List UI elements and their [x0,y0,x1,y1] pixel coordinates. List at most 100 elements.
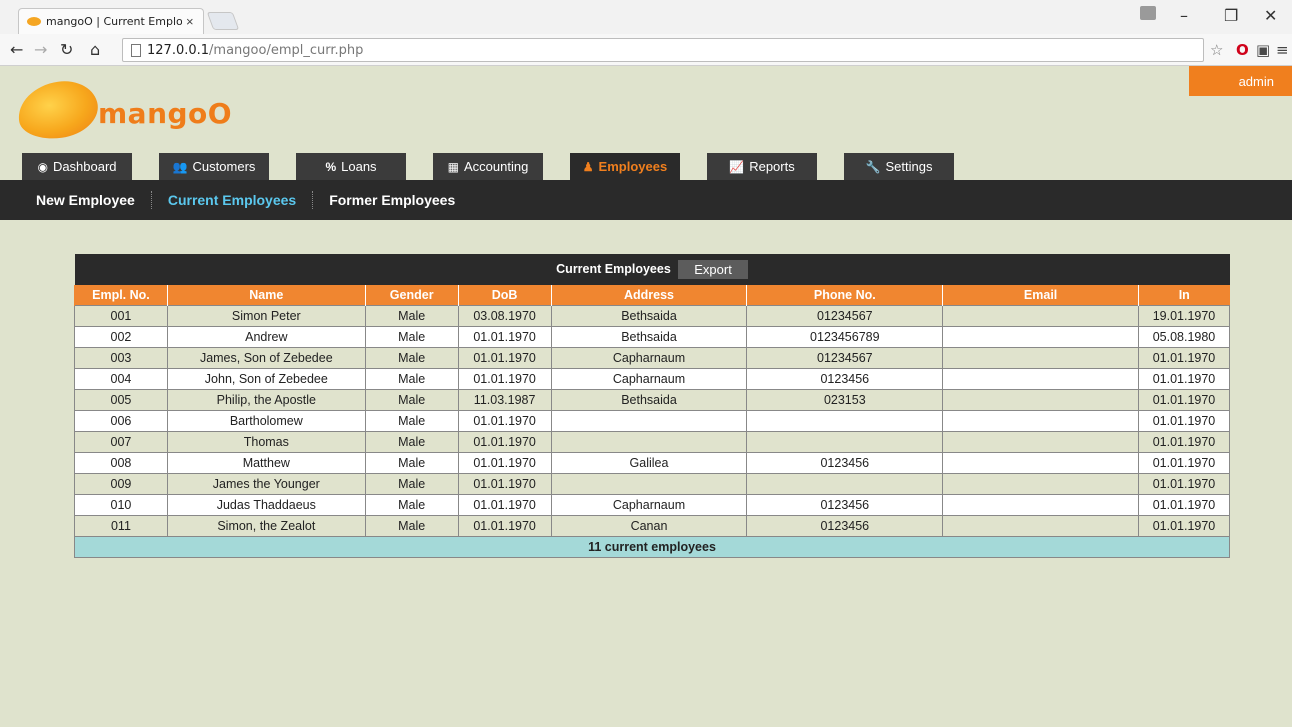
table-cell: 002 [74,325,168,348]
tab-dashboard[interactable]: ◉ Dashboard [22,153,132,180]
table-cell: 01.01.1970 [1137,451,1231,474]
close-window-icon[interactable]: ✕ [1264,6,1277,25]
tab-loans[interactable]: % Loans [296,153,406,180]
table-cell: Simon Peter [166,304,366,327]
table-row[interactable]: 009 James the Younger Male 01.01.1970 01.01.… [74,472,1231,495]
profile-icon[interactable] [1140,6,1156,20]
home-icon[interactable]: ⌂ [90,40,100,59]
subnav-divider [150,191,152,209]
table-cell: 01.01.1970 [1137,472,1231,495]
table-row[interactable]: 001 Simon Peter Male 03.08.1970 Bethsaida 012… [74,304,1231,327]
forward-icon[interactable]: → [34,40,47,59]
tab-settings[interactable]: 🔧 Settings [844,153,954,180]
minimize-icon[interactable]: – [1180,6,1188,25]
table-row[interactable]: 006 Bartholomew Male 01.01.1970 01.01.1970 [74,409,1231,432]
table-cell: 01.01.1970 [457,493,552,516]
column-header: Phone No. [746,285,943,305]
table-cell [942,346,1139,369]
table-cell: Male [364,472,459,495]
subnav-former-employees[interactable]: Former Employees [329,192,455,208]
table-cell: 01.01.1970 [1137,430,1231,453]
table-cell: Thomas [166,430,366,453]
table-row[interactable]: 003 James, Son of Zebedee Male 01.01.1970 Ca… [74,346,1231,369]
chart-icon: 📈 [729,159,745,174]
browser-toolbar: ← → ↻ ⌂ 127.0.0.1 /mangoo/empl_curr.php … [0,34,1292,66]
extension-icon[interactable]: ▣ [1256,41,1270,59]
table-cell [942,325,1139,348]
table-cell: 01.01.1970 [1137,409,1231,432]
table-cell [942,493,1139,516]
table-title: Current Employees [556,261,671,276]
tab-label: Dashboard [52,159,117,174]
table-cell: 01.01.1970 [457,409,552,432]
column-header: In [1137,285,1230,305]
table-cell [942,304,1139,327]
tab-close-icon[interactable]: × [186,14,194,29]
table-row[interactable]: 008 Matthew Male 01.01.1970 Galilea 0123456 01… [74,451,1231,474]
url-path: /mangoo/empl_curr.php [209,42,364,58]
reload-icon[interactable]: ↻ [60,40,73,59]
table-cell: 01.01.1970 [457,472,552,495]
menu-icon[interactable]: ≡ [1276,41,1289,59]
page-icon [131,43,141,57]
tab-accounting[interactable]: ▦ Accounting [433,153,543,180]
browser-tab[interactable]: mangoO | Current Employ × [18,8,204,34]
table-cell: Canan [550,514,748,537]
table-cell: Capharnaum [550,493,748,516]
tab-reports[interactable]: 📈 Reports [707,153,817,180]
export-button[interactable]: Export [678,260,748,279]
tab-label: Employees [598,159,668,174]
user-badge[interactable]: admin [1189,66,1292,96]
restore-icon[interactable]: ❐ [1224,6,1238,25]
table-cell: Male [364,304,459,327]
table-cell [942,472,1139,495]
tab-label: Loans [341,159,377,174]
table-cell [550,472,748,495]
tab-customers[interactable]: 👥 Customers [159,153,269,180]
table-footer: 11 current employees [74,535,1230,558]
table-cell: 01.01.1970 [457,367,552,390]
tab-employees[interactable]: ♟ Employees [570,153,680,180]
table-row[interactable]: 007 Thomas Male 01.01.1970 01.01.1970 [74,430,1231,453]
logo-text: mangoO [98,97,233,130]
table-row[interactable]: 005 Philip, the Apostle Male 11.03.1987 Beth… [74,388,1231,411]
table-row[interactable]: 004 John, Son of Zebedee Male 01.01.1970 Cap… [74,367,1231,390]
table-cell: Male [364,451,459,474]
table-row[interactable]: 011 Simon, the Zealot Male 01.01.1970 Canan 0… [74,514,1231,537]
bookmark-star-icon[interactable]: ☆ [1210,41,1223,59]
column-header: Address [550,285,747,305]
users-icon: 👥 [172,159,188,174]
table-cell: 004 [74,367,168,390]
mango-favicon-icon [27,17,41,26]
table-cell: John, Son of Zebedee [166,367,366,390]
subnav-new-employee[interactable]: New Employee [36,192,135,208]
column-header: Gender [364,285,459,305]
table-cell: 01.01.1970 [457,325,552,348]
column-header: Email [942,285,1139,305]
address-bar[interactable]: 127.0.0.1 /mangoo/empl_curr.php [122,38,1204,62]
table-cell: 0123456789 [746,325,944,348]
new-tab-button[interactable] [206,12,240,30]
table-cell: 001 [74,304,168,327]
table-cell: 010 [74,493,168,516]
dashboard-icon: ◉ [37,159,48,174]
opera-icon[interactable]: O [1236,41,1249,59]
table-cell: 008 [74,451,168,474]
table-cell: 0123456 [746,514,944,537]
table-cell: 01234567 [746,346,944,369]
table-row[interactable]: 010 Judas Thaddaeus Male 01.01.1970 Capharna… [74,493,1231,516]
table-cell: Male [364,388,459,411]
table-cell: Male [364,367,459,390]
table-cell [746,409,944,432]
table-cell [942,388,1139,411]
table-row[interactable]: 002 Andrew Male 01.01.1970 Bethsaida 01234567… [74,325,1231,348]
table-cell: Male [364,409,459,432]
table-cell: 01.01.1970 [1137,493,1231,516]
column-header: Name [166,285,366,305]
table-cell [746,430,944,453]
table-cell: 01.01.1970 [1137,514,1231,537]
subnav-current-employees[interactable]: Current Employees [168,192,296,208]
table-cell: Philip, the Apostle [166,388,366,411]
back-icon[interactable]: ← [10,40,23,59]
table-cell: 005 [74,388,168,411]
